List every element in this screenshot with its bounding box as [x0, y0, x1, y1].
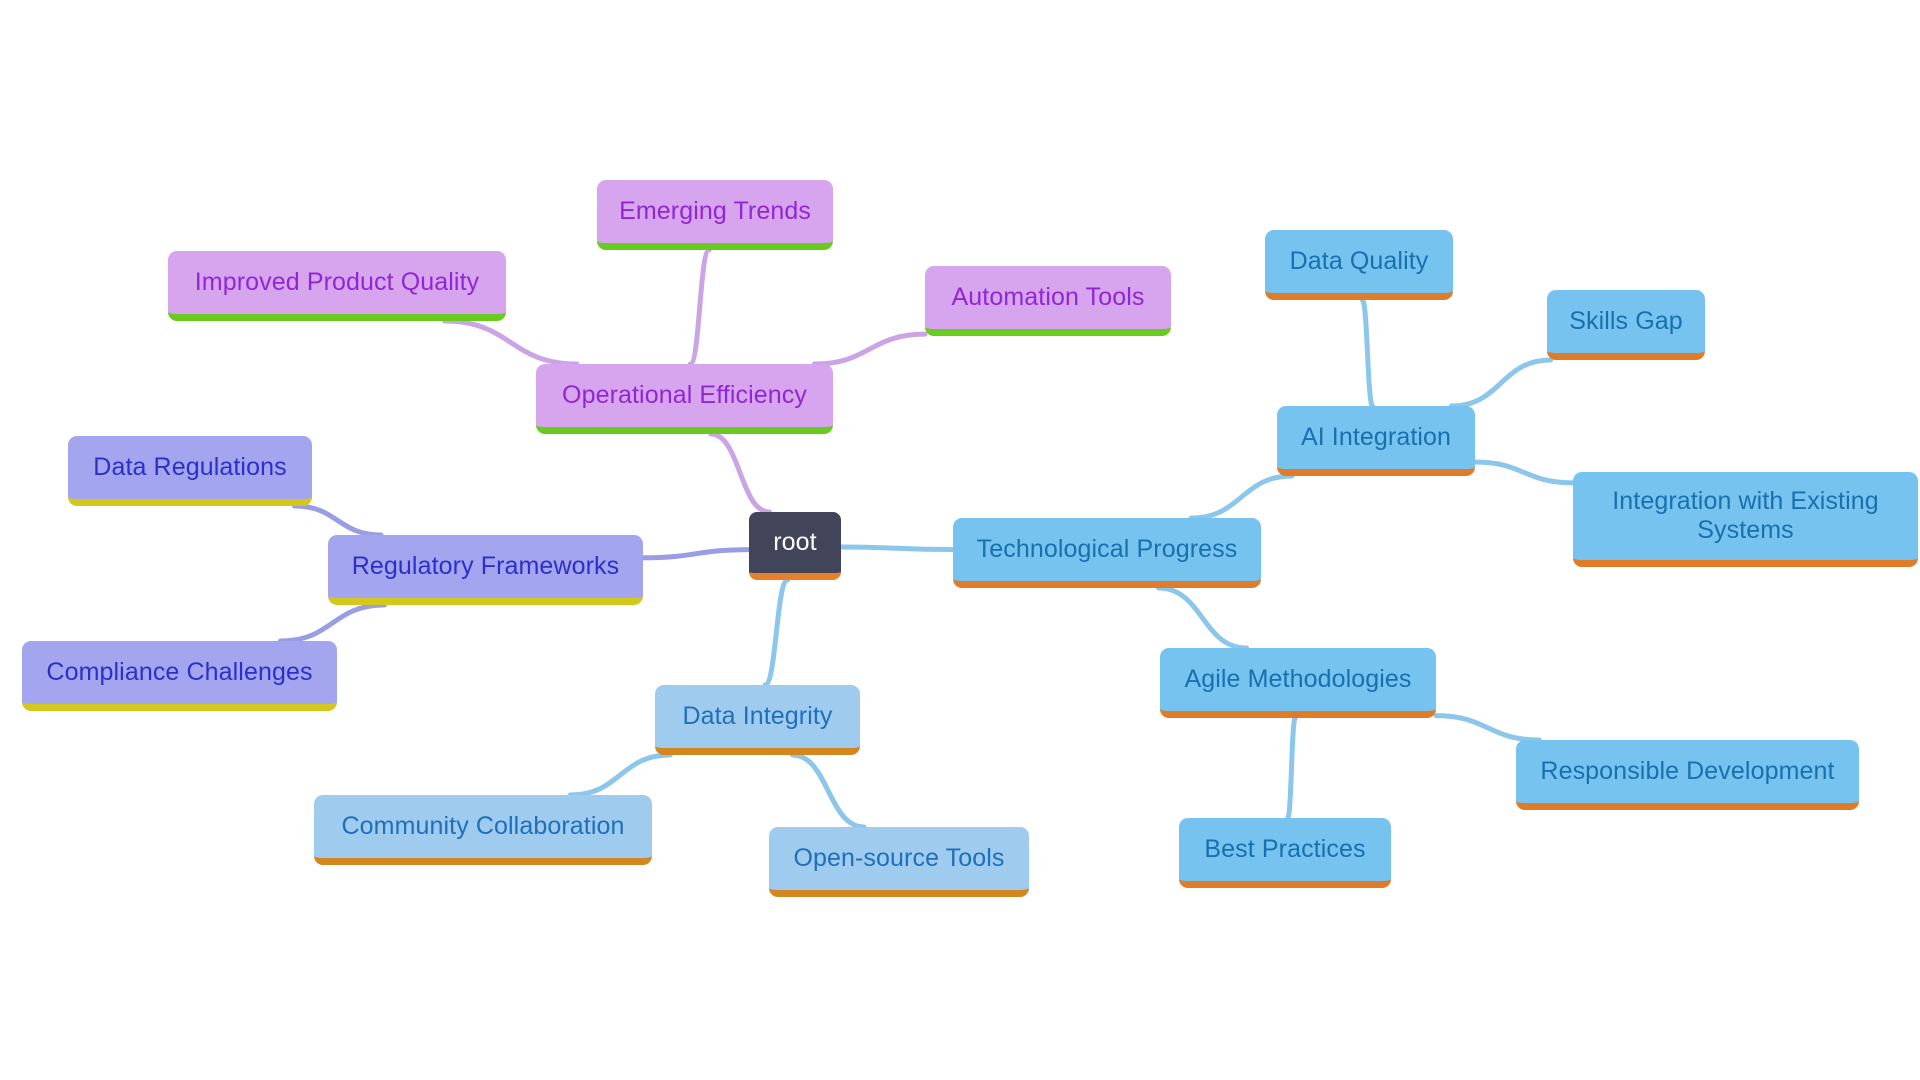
edge-dataint-to-opensource [789, 752, 867, 830]
mindmap-node-dataquality[interactable]: Data Quality [1265, 230, 1453, 300]
edge-regframe-to-datareg [291, 503, 384, 538]
mindmap-node-agile[interactable]: Agile Methodologies [1160, 648, 1436, 718]
mindmap-node-opeff[interactable]: Operational Efficiency [536, 364, 833, 434]
mindmap-node-bestprac[interactable]: Best Practices [1179, 818, 1391, 888]
edge-root-to-regframe [640, 547, 752, 561]
mindmap-node-automation[interactable]: Automation Tools [925, 266, 1171, 336]
mindmap-node-community[interactable]: Community Collaboration [314, 795, 652, 865]
edge-root-to-dataint [762, 577, 791, 688]
edge-agile-to-respdev [1433, 713, 1542, 743]
mindmap-canvas: root Technological Progress AI Integration… [0, 0, 1920, 1080]
mindmap-node-regframe[interactable]: Regulatory Frameworks [328, 535, 643, 605]
mindmap-node-ai[interactable]: AI Integration [1277, 406, 1475, 476]
edge-root-to-tech [838, 544, 956, 553]
mindmap-node-emerging[interactable]: Emerging Trends [597, 180, 833, 250]
mindmap-node-opensource[interactable]: Open-source Tools [769, 827, 1029, 897]
edge-ai-to-integration [1472, 459, 1576, 486]
mindmap-node-tech[interactable]: Technological Progress [953, 518, 1261, 588]
edge-root-to-opeff [708, 431, 772, 515]
edge-dataint-to-community [567, 752, 673, 798]
mindmap-node-integration[interactable]: Integration with Existing Systems [1573, 472, 1918, 567]
edge-opeff-to-emerging [687, 247, 712, 367]
edge-opeff-to-improved [442, 318, 580, 367]
edge-regframe-to-compliance [278, 602, 387, 644]
edge-agile-to-bestprac [1285, 715, 1298, 821]
mindmap-node-compliance[interactable]: Compliance Challenges [22, 641, 337, 711]
mindmap-node-improved[interactable]: Improved Product Quality [168, 251, 506, 321]
mindmap-node-datareg[interactable]: Data Regulations [68, 436, 312, 506]
edge-opeff-to-automation [811, 331, 928, 367]
mindmap-node-dataint[interactable]: Data Integrity [655, 685, 860, 755]
edge-tech-to-agile [1155, 585, 1250, 651]
mindmap-node-respdev[interactable]: Responsible Development [1516, 740, 1859, 810]
mindmap-node-skillsgap[interactable]: Skills Gap [1547, 290, 1705, 360]
edge-ai-to-skillsgap [1448, 357, 1554, 409]
edge-ai-to-dataquality [1359, 297, 1376, 409]
mindmap-node-root[interactable]: root [749, 512, 841, 580]
edge-tech-to-ai [1188, 473, 1295, 521]
